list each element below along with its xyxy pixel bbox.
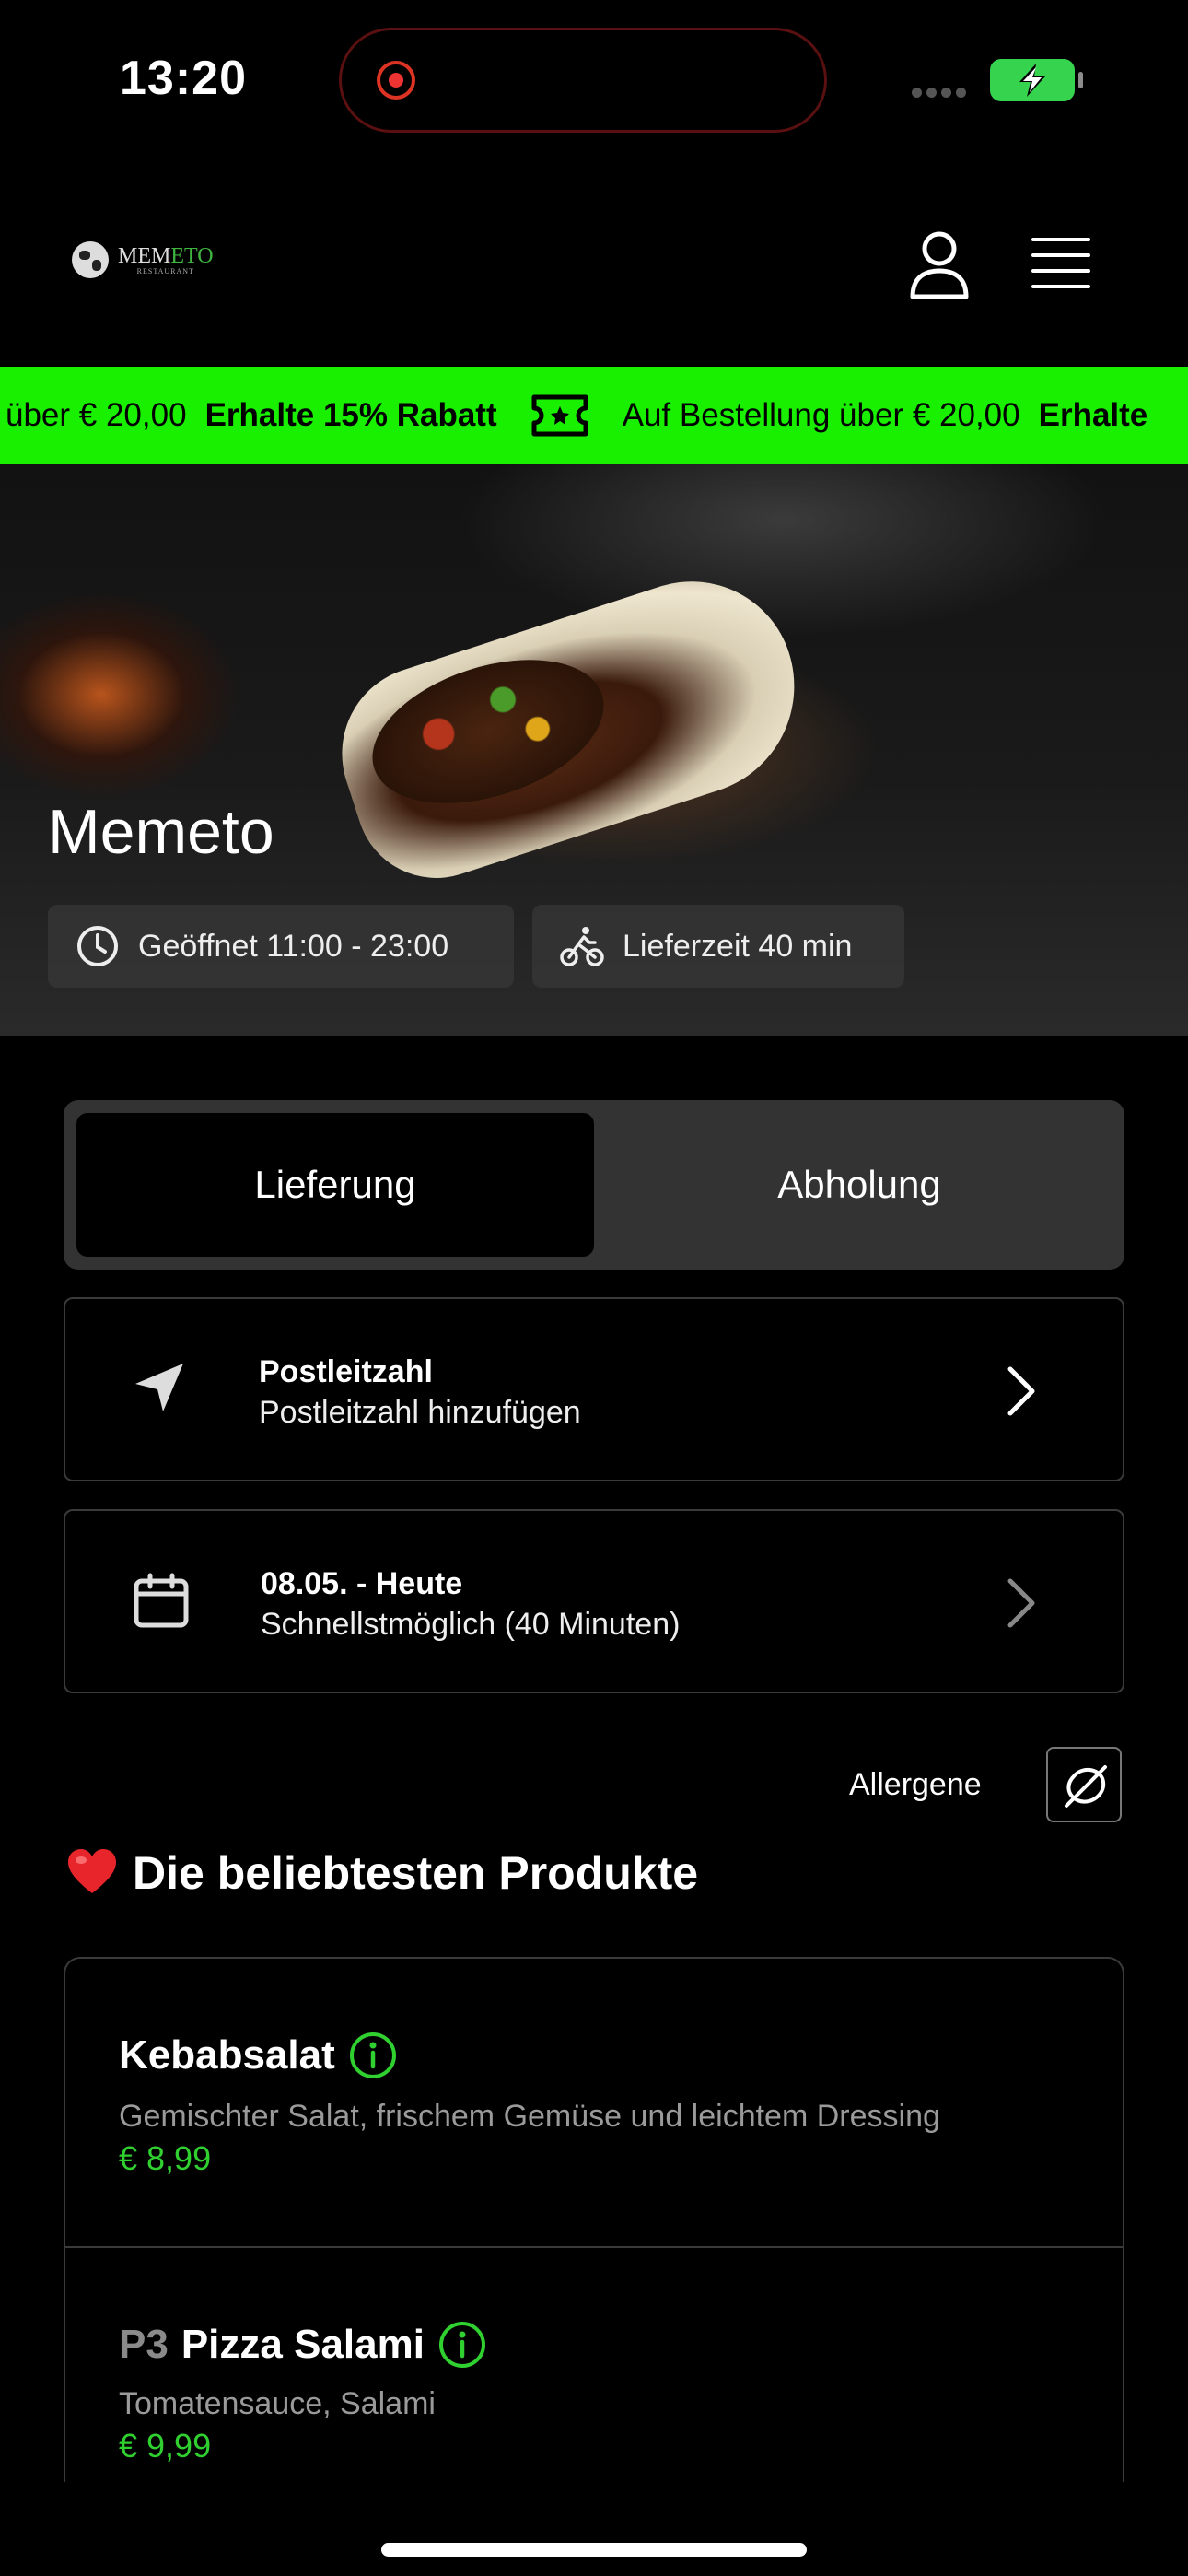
recording-icon xyxy=(377,61,415,100)
promo-text: über € 20,00 xyxy=(6,397,187,433)
ticket-icon xyxy=(531,394,588,437)
promo-discount: Erhalte 15% Rabatt xyxy=(204,397,497,433)
battery-charging-icon xyxy=(990,59,1083,101)
product-price: € 8,99 xyxy=(119,2139,212,2177)
logo-text: MEM xyxy=(118,243,171,268)
tab-delivery[interactable]: Lieferung xyxy=(76,1113,594,1257)
signal-icon xyxy=(912,86,971,102)
promo-text: Auf Bestellung über € 20,00 xyxy=(622,397,1020,433)
bicycle-icon xyxy=(560,927,604,966)
product-name: Kebabsalat xyxy=(119,2032,335,2078)
chevron-right-icon xyxy=(1007,1366,1035,1416)
order-mode-toggle: Lieferung Abholung xyxy=(64,1100,1124,1270)
product-list: Kebabsalat Gemischter Salat, frischem Ge… xyxy=(64,1957,1124,2547)
opening-hours-badge: Geöffnet 11:00 - 23:00 xyxy=(48,905,514,988)
clock-icon xyxy=(77,926,118,966)
bottom-safe-area xyxy=(0,2482,1188,2576)
popular-products-title: Die beliebtesten Produkte xyxy=(133,1847,699,1899)
allergens-label: Allergene xyxy=(849,1767,982,1802)
postcode-row[interactable]: Postleitzahl Postleitzahl hinzufügen xyxy=(64,1297,1124,1481)
promo-banner[interactable]: über € 20,00 Erhalte 15% Rabatt Auf Best… xyxy=(0,367,1188,464)
product-description: Tomatensauce, Salami xyxy=(119,2386,436,2421)
home-indicator[interactable] xyxy=(381,2543,807,2557)
delivery-time-text: Lieferzeit 40 min xyxy=(623,928,853,964)
status-time: 13:20 xyxy=(120,52,247,105)
hamburger-menu-icon[interactable] xyxy=(1031,238,1090,289)
product-price: € 9,99 xyxy=(119,2427,212,2465)
allergens-button[interactable] xyxy=(1046,1747,1122,1822)
delivery-time-row[interactable]: 08.05. - Heute Schnellstmöglich (40 Minu… xyxy=(64,1509,1124,1693)
restaurant-logo[interactable]: MEMETO RESTAURANT xyxy=(72,241,214,278)
postcode-title: Postleitzahl xyxy=(259,1354,433,1389)
heart-icon xyxy=(68,1849,116,1893)
opening-hours-text: Geöffnet 11:00 - 23:00 xyxy=(138,928,449,964)
info-icon[interactable] xyxy=(437,2320,487,2370)
product-description: Gemischter Salat, frischem Gemüse und le… xyxy=(119,2099,940,2134)
allergen-icon xyxy=(1065,1765,1107,1808)
account-button[interactable] xyxy=(907,230,972,300)
delivery-time-badge: Lieferzeit 40 min xyxy=(532,905,904,988)
logo-text-accent: ETO xyxy=(170,243,214,268)
tab-pickup[interactable]: Abholung xyxy=(607,1113,1112,1257)
location-arrow-icon xyxy=(135,1364,183,1411)
promo-discount: Erhalte xyxy=(1038,397,1148,433)
product-code: P3 xyxy=(119,2322,169,2367)
product-card-kebabsalat[interactable]: Kebabsalat Gemischter Salat, frischem Ge… xyxy=(65,1959,1123,2246)
chevron-right-icon xyxy=(1007,1578,1035,1628)
postcode-subtitle: Postleitzahl hinzufügen xyxy=(259,1395,581,1430)
info-icon[interactable] xyxy=(348,2031,398,2080)
dynamic-island xyxy=(339,28,827,133)
restaurant-name: Memeto xyxy=(48,797,274,867)
logo-subtext: RESTAURANT xyxy=(136,266,194,275)
popular-products-heading: Die beliebtesten Produkte xyxy=(66,1846,698,1900)
hero-image: Memeto Geöffnet 11:00 - 23:00 Lieferzeit… xyxy=(0,464,1188,1036)
user-icon xyxy=(910,231,969,299)
delivery-date: 08.05. - Heute xyxy=(261,1566,463,1601)
calendar-icon xyxy=(134,1573,189,1628)
globe-icon xyxy=(72,241,109,278)
delivery-time-option: Schnellstmöglich (40 Minuten) xyxy=(261,1607,681,1642)
product-name: Pizza Salami xyxy=(181,2322,425,2367)
